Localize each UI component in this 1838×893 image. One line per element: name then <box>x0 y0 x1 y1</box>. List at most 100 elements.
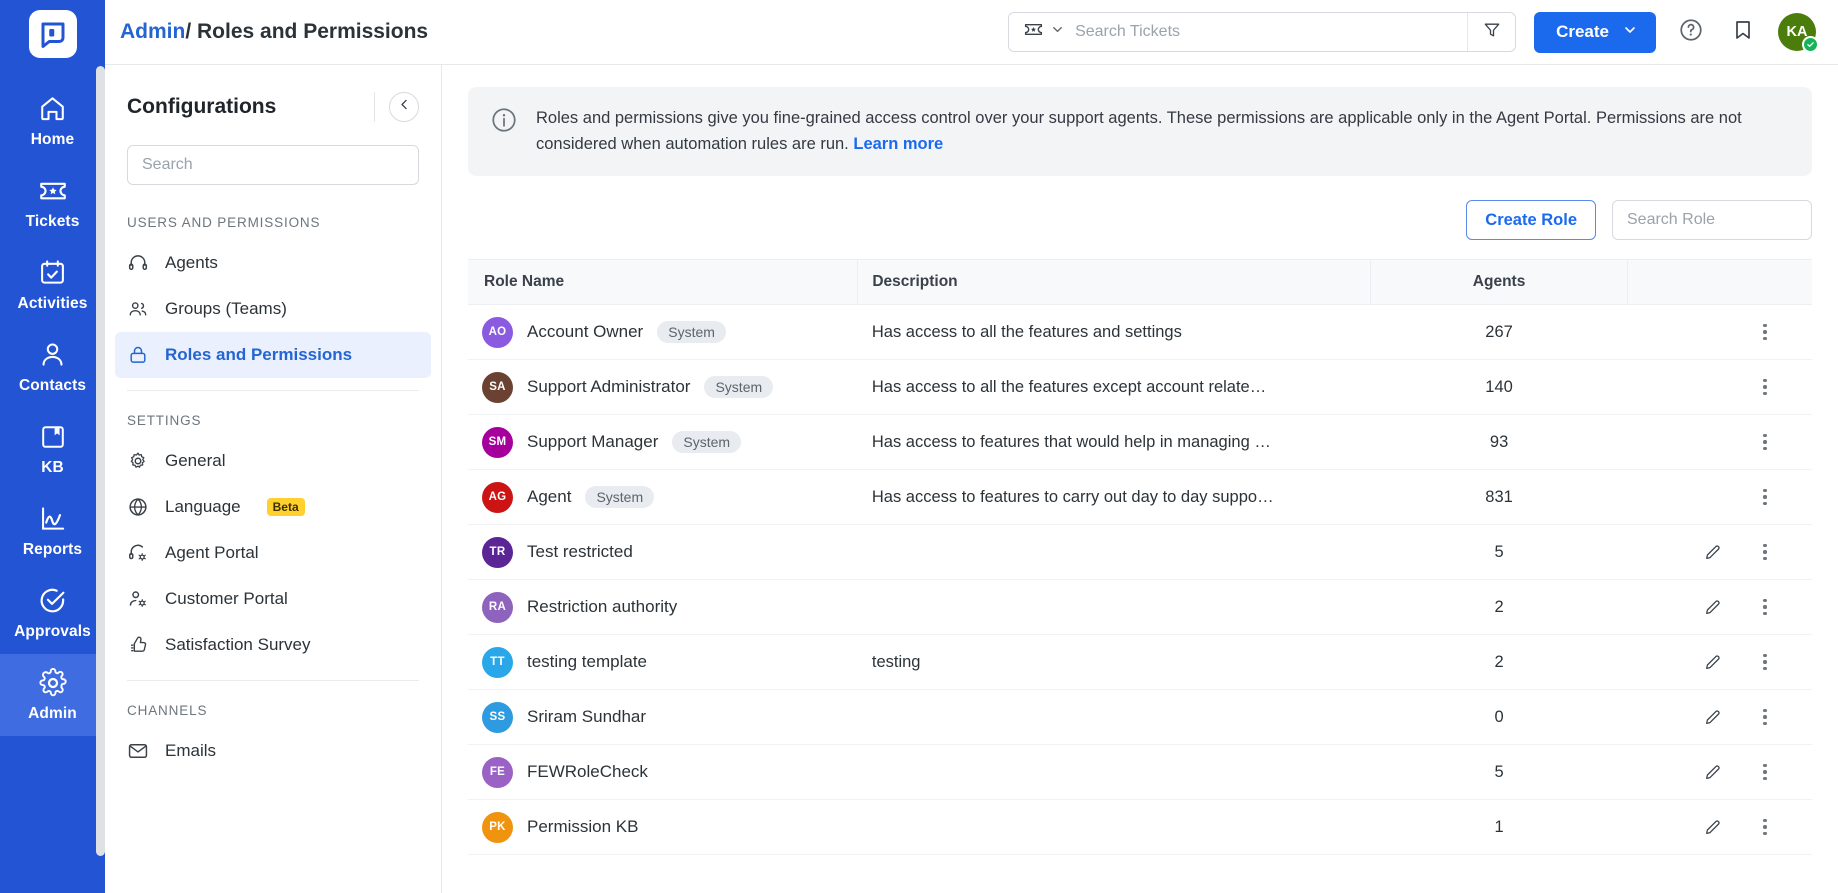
help-circle-icon <box>1678 17 1704 48</box>
bookmark-icon <box>1731 18 1755 47</box>
column-header-description[interactable]: Description <box>857 259 1371 306</box>
kebab-menu-icon[interactable] <box>1754 431 1776 453</box>
search-role-input[interactable] <box>1613 211 1811 230</box>
role-name-text: Support Administrator <box>527 377 691 397</box>
table-row[interactable]: SM Support Manager System Has access to … <box>468 414 1812 471</box>
lock-icon <box>127 344 149 366</box>
table-row[interactable]: FE FEWRoleCheck 5 <box>468 744 1812 801</box>
cell-actions <box>1627 579 1812 636</box>
table-row[interactable]: TR Test restricted 5 <box>468 524 1812 581</box>
table-row[interactable]: AO Account Owner System Has access to al… <box>468 304 1812 361</box>
sidebar-item-language[interactable]: Language Beta <box>115 484 431 530</box>
collapse-panel-button[interactable] <box>389 92 419 122</box>
rail-item-admin[interactable]: Admin <box>0 654 105 736</box>
create-button[interactable]: Create <box>1534 11 1656 53</box>
kebab-menu-icon[interactable] <box>1754 541 1776 563</box>
cell-role-name: SM Support Manager System <box>468 414 858 471</box>
pencil-icon[interactable] <box>1702 761 1724 783</box>
configurations-search-input[interactable] <box>128 156 418 174</box>
configurations-header: Configurations <box>105 65 441 127</box>
cell-actions <box>1627 689 1812 746</box>
rail-scrollbar[interactable] <box>96 66 105 856</box>
sidebar-item-emails[interactable]: Emails <box>115 728 431 774</box>
cell-agents-count: 1 <box>1370 799 1628 856</box>
people-icon <box>127 298 149 320</box>
nav-group-title: USERS AND PERMISSIONS <box>127 215 321 230</box>
rail-item-contacts[interactable]: Contacts <box>0 326 105 408</box>
sidebar-item-customer-portal[interactable]: Customer Portal <box>115 576 431 622</box>
rail-item-approvals[interactable]: Approvals <box>0 572 105 654</box>
learn-more-link[interactable]: Learn more <box>853 135 943 153</box>
product-logo-icon[interactable] <box>28 10 77 58</box>
info-banner-body: Roles and permissions give you fine-grai… <box>536 109 1742 153</box>
search-filter-button[interactable] <box>1467 13 1515 51</box>
rail-item-home[interactable]: Home <box>0 80 105 162</box>
cell-role-name: AO Account Owner System <box>468 304 858 361</box>
cell-role-name: PK Permission KB <box>468 799 858 856</box>
sidebar-item-general[interactable]: General <box>115 438 431 484</box>
rail-item-label: Contacts <box>18 376 87 394</box>
sidebar-item-roles-and-permissions[interactable]: Roles and Permissions <box>115 332 431 378</box>
pencil-icon[interactable] <box>1702 651 1724 673</box>
sidebar-item-agents[interactable]: Agents <box>115 240 431 286</box>
check-circle-icon <box>38 586 67 616</box>
cell-actions <box>1627 359 1812 416</box>
create-role-button[interactable]: Create Role <box>1466 200 1596 241</box>
table-row[interactable]: SS Sriram Sundhar 0 <box>468 689 1812 746</box>
table-row[interactable]: TT testing template testing 2 <box>468 634 1812 691</box>
table-row[interactable]: SA Support Administrator System Has acce… <box>468 359 1812 416</box>
column-header-role-name[interactable]: Role Name <box>468 259 858 306</box>
kebab-menu-icon[interactable] <box>1754 761 1776 783</box>
role-name-text: Test restricted <box>527 542 633 562</box>
sidebar-item-agent-portal[interactable]: Agent Portal <box>115 530 431 576</box>
rail-item-kb[interactable]: KB <box>0 408 105 490</box>
role-name-text: Permission KB <box>527 817 639 837</box>
rail-item-label: Approvals <box>14 622 91 640</box>
kebab-menu-icon[interactable] <box>1754 651 1776 673</box>
kebab-menu-icon[interactable] <box>1754 596 1776 618</box>
chart-line-icon <box>38 504 67 534</box>
breadcrumb-current: Roles and Permissions <box>197 20 429 43</box>
column-header-agents[interactable]: Agents <box>1370 259 1628 306</box>
bookmark-button[interactable] <box>1726 15 1760 49</box>
sidebar-item-label: Customer Portal <box>165 589 288 608</box>
configurations-panel: Configurations USERS AND PERMISSIONS Agen… <box>105 65 442 893</box>
role-avatar: TT <box>482 646 513 678</box>
search-type-selector[interactable] <box>1009 13 1075 51</box>
kebab-menu-icon[interactable] <box>1754 376 1776 398</box>
globe-icon <box>127 496 149 518</box>
breadcrumb-admin-link[interactable]: Admin <box>120 20 185 43</box>
pencil-icon[interactable] <box>1702 706 1724 728</box>
avatar[interactable]: KA <box>1778 13 1819 53</box>
kebab-menu-icon[interactable] <box>1754 706 1776 728</box>
role-avatar: FE <box>482 756 513 788</box>
help-button[interactable] <box>1674 15 1708 49</box>
rail-item-label: Activities <box>17 294 88 312</box>
search-input[interactable] <box>1075 13 1468 51</box>
kebab-menu-icon[interactable] <box>1754 321 1776 343</box>
role-avatar: PK <box>482 811 513 843</box>
cell-description <box>857 744 1371 801</box>
person-icon <box>38 340 67 370</box>
cell-description: Has access to all the features except ac… <box>857 359 1371 416</box>
table-row[interactable]: PK Permission KB 1 <box>468 799 1812 856</box>
pencil-icon[interactable] <box>1702 816 1724 838</box>
cell-description <box>857 799 1371 856</box>
pencil-icon[interactable] <box>1702 596 1724 618</box>
rail-item-reports[interactable]: Reports <box>0 490 105 572</box>
gear-icon <box>127 450 149 472</box>
sidebar-item-satisfaction-survey[interactable]: Satisfaction Survey <box>115 622 431 668</box>
table-row[interactable]: AG Agent System Has access to features t… <box>468 469 1812 526</box>
table-row[interactable]: RA Restriction authority 2 <box>468 579 1812 636</box>
kebab-menu-icon[interactable] <box>1754 816 1776 838</box>
cell-actions <box>1627 304 1812 361</box>
sidebar-item-groups-teams[interactable]: Groups (Teams) <box>115 286 431 332</box>
rail-item-activities[interactable]: Activities <box>0 244 105 326</box>
pencil-icon[interactable] <box>1702 541 1724 563</box>
nav-group-title: CHANNELS <box>127 703 208 718</box>
rail-item-tickets[interactable]: Tickets <box>0 162 105 244</box>
role-name-text: Restriction authority <box>527 597 678 617</box>
kebab-menu-icon[interactable] <box>1754 486 1776 508</box>
home-icon <box>38 94 67 124</box>
funnel-icon <box>1482 20 1502 45</box>
